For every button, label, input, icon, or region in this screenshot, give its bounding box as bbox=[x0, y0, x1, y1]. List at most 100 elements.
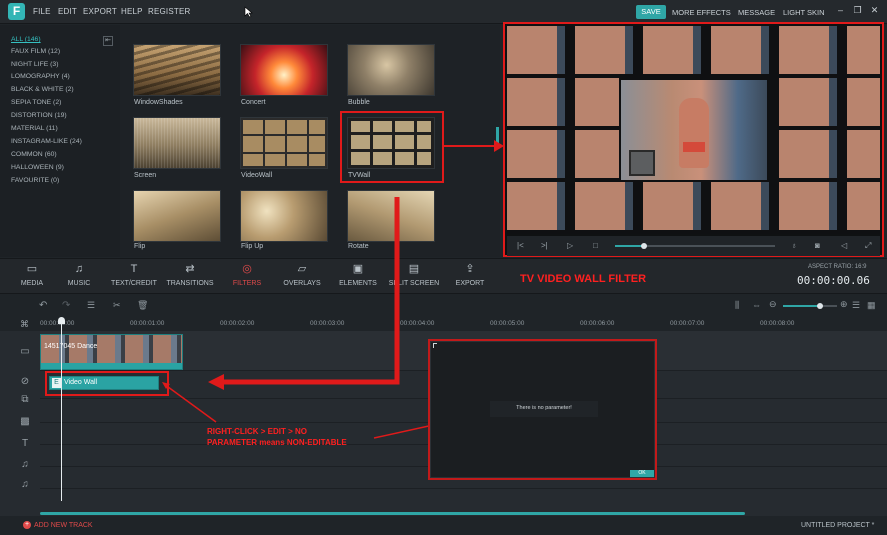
element-track-icon: ▩ bbox=[20, 416, 30, 427]
mic-icon[interactable]: ♁ bbox=[791, 241, 797, 250]
timeline-scrollbar[interactable] bbox=[40, 512, 745, 515]
video-track-icon: ▭ bbox=[20, 346, 30, 357]
category-item[interactable]: MATERIAL (11) bbox=[11, 125, 58, 132]
music-track-2-icon: ♫ bbox=[21, 479, 29, 490]
music-track-icon: ♫ bbox=[21, 459, 29, 470]
zoom-out-icon[interactable]: ⊖ bbox=[769, 299, 777, 310]
category-item[interactable]: FAUX FILM (12) bbox=[11, 48, 60, 55]
category-item[interactable]: BLACK & WHITE (2) bbox=[11, 86, 74, 93]
filter-label: WindowShades bbox=[134, 99, 183, 106]
status-bar: + ADD NEW TRACK UNTITLED PROJECT * bbox=[0, 516, 887, 535]
effect-track-icon: ⊘ bbox=[20, 376, 30, 387]
category-item[interactable]: FAVOURITE (0) bbox=[11, 177, 59, 184]
minimize-icon[interactable]: – bbox=[836, 6, 845, 15]
tab-export[interactable]: ⇪ EXPORT bbox=[440, 259, 500, 295]
cut-icon[interactable]: ✂ bbox=[113, 300, 121, 311]
aspect-ratio: ASPECT RATIO: 16:9 bbox=[808, 264, 867, 270]
annotation-arrows bbox=[162, 382, 458, 439]
highlight-box bbox=[340, 111, 444, 183]
dialog-message: There is no parameter! bbox=[516, 405, 572, 411]
project-name: UNTITLED PROJECT * bbox=[801, 522, 875, 529]
filter-thumb[interactable] bbox=[240, 44, 328, 96]
add-icon[interactable]: + bbox=[23, 521, 31, 529]
save-button[interactable]: SAVE bbox=[636, 5, 666, 19]
filter-thumb[interactable] bbox=[240, 117, 328, 169]
zoom-in-icon[interactable]: ⊕ bbox=[840, 299, 848, 310]
music-icon: ♫ bbox=[74, 263, 84, 275]
progress-track[interactable] bbox=[615, 243, 775, 249]
export-icon: ⇪ bbox=[465, 263, 475, 275]
menu-bar: F FILE EDIT EXPORT HELP REGISTER SAVE MO… bbox=[0, 0, 887, 24]
category-item[interactable]: HALLOWEEN (9) bbox=[11, 164, 64, 171]
fullscreen-icon[interactable]: ⤢ bbox=[865, 241, 871, 251]
light-skin-link[interactable]: LIGHT SKIN bbox=[783, 8, 825, 17]
preview-video bbox=[507, 26, 880, 234]
category-item[interactable]: INSTAGRAM-LIKE (24) bbox=[11, 138, 82, 145]
timeline-ruler[interactable]: 00:00:00:00 00:00:01:00 00:00:02:00 00:0… bbox=[40, 317, 887, 331]
category-item[interactable]: ALL (146) bbox=[11, 36, 41, 43]
category-item[interactable]: COMMON (60) bbox=[11, 151, 57, 158]
app-logo: F bbox=[8, 3, 25, 20]
text-icon: T bbox=[130, 263, 138, 275]
ruler-tick: 00:00:01:00 bbox=[130, 320, 165, 327]
grid-view-icon[interactable]: ▦ bbox=[867, 300, 876, 311]
menu-file[interactable]: FILE bbox=[33, 7, 51, 16]
message-link[interactable]: MESSAGE bbox=[738, 8, 775, 17]
clip-label: 14517045 Dance bbox=[44, 343, 98, 350]
tab-text-credit[interactable]: T TEXT/CREDIT bbox=[104, 259, 164, 295]
ok-button[interactable]: OK bbox=[630, 470, 654, 477]
category-item[interactable]: DISTORTION (19) bbox=[11, 112, 67, 119]
split-screen-icon: ▤ bbox=[408, 263, 420, 275]
playhead[interactable] bbox=[61, 319, 62, 501]
ruler-tick: 00:00:08:00 bbox=[760, 320, 795, 327]
filter-label: Concert bbox=[241, 99, 266, 106]
preview-panel: |< >| ▷ □ ♁ ◙ ◁ ⤢ bbox=[503, 22, 884, 257]
menu-edit[interactable]: EDIT bbox=[58, 7, 77, 16]
parameter-dialog: There is no parameter! OK bbox=[428, 339, 657, 480]
snapshot-icon[interactable]: ◙ bbox=[815, 241, 820, 250]
menu-help[interactable]: HELP bbox=[121, 7, 143, 16]
timeline-toolbar: ↶ ↷ ☰ ✂ 🗑 ⫼ ⇔ ⊖ ⊕ ☰ ▦ bbox=[0, 295, 887, 317]
next-frame-icon[interactable]: >| bbox=[541, 241, 548, 250]
more-effects-link[interactable]: MORE EFFECTS bbox=[672, 8, 731, 17]
ruler-tick: 00:00:06:00 bbox=[580, 320, 615, 327]
annotation-title: TV VIDEO WALL FILTER bbox=[520, 273, 647, 285]
close-icon[interactable]: ✕ bbox=[870, 6, 879, 15]
list-view-icon[interactable]: ☰ bbox=[852, 300, 860, 311]
fit-icon[interactable]: ⇔ bbox=[752, 300, 761, 310]
tab-music[interactable]: ♫ MUSIC bbox=[49, 259, 109, 295]
stop-icon[interactable]: □ bbox=[593, 241, 598, 250]
category-item[interactable]: SEPIA TONE (2) bbox=[11, 99, 61, 106]
snap-icon[interactable]: ⌘ bbox=[20, 319, 29, 330]
annotation-arrow bbox=[444, 140, 504, 152]
playhead-handle[interactable] bbox=[58, 317, 65, 324]
menu-export[interactable]: EXPORT bbox=[83, 7, 117, 16]
volume-icon[interactable]: ◁ bbox=[841, 241, 847, 250]
ruler-tick: 00:00:05:00 bbox=[490, 320, 525, 327]
overlay-track-icon: ⧉ bbox=[21, 394, 29, 405]
filter-thumb[interactable] bbox=[347, 44, 435, 96]
filter-label: Flip bbox=[134, 243, 146, 250]
filter-thumb[interactable] bbox=[133, 117, 221, 169]
category-item[interactable]: LOMOGRAPHY (4) bbox=[11, 73, 70, 80]
menu-register[interactable]: REGISTER bbox=[148, 7, 191, 16]
zoom-slider[interactable] bbox=[783, 303, 837, 309]
restore-icon[interactable]: ❐ bbox=[853, 6, 862, 15]
category-item[interactable]: NIGHT LIFE (3) bbox=[11, 61, 58, 68]
transitions-icon: ⇄ bbox=[185, 263, 195, 275]
delete-icon[interactable]: 🗑 bbox=[137, 300, 148, 311]
add-new-track-button[interactable]: ADD NEW TRACK bbox=[34, 522, 93, 529]
play-icon[interactable]: ▷ bbox=[567, 241, 573, 250]
prev-frame-icon[interactable]: |< bbox=[517, 241, 524, 250]
collapse-icon[interactable]: ⇤ bbox=[103, 36, 113, 46]
folder-icon: ▭ bbox=[26, 263, 38, 275]
adjust-icon[interactable]: ☰ bbox=[87, 300, 95, 311]
undo-icon[interactable]: ↶ bbox=[39, 300, 47, 311]
cursor-icon bbox=[433, 343, 437, 348]
audio-icon[interactable]: ⫼ bbox=[735, 300, 739, 311]
filter-thumb[interactable] bbox=[133, 44, 221, 96]
player-controls: |< >| ▷ □ ♁ ◙ ◁ ⤢ bbox=[507, 236, 880, 256]
module-tabs: ▭ MEDIA ♫ MUSIC T TEXT/CREDIT ⇄ TRANSITIONS … bbox=[0, 258, 887, 294]
redo-icon[interactable]: ↷ bbox=[62, 300, 70, 311]
filter-label: VideoWall bbox=[241, 172, 273, 179]
